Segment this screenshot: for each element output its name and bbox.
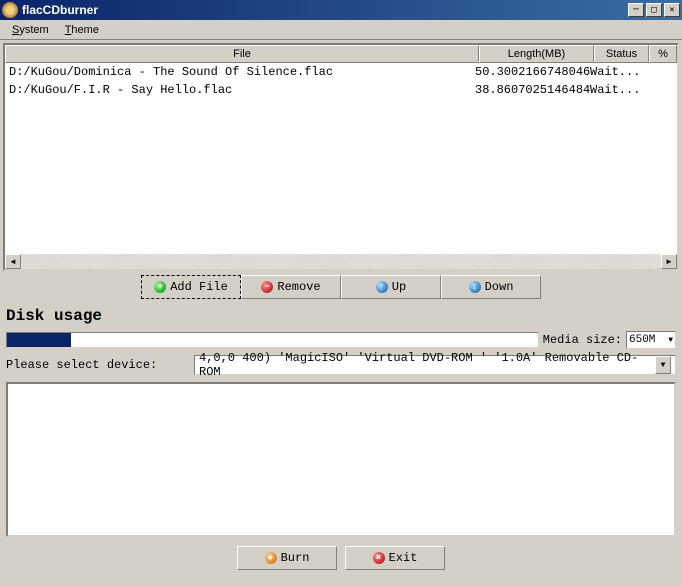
col-length[interactable]: Length(MB) xyxy=(479,45,594,63)
usage-progress xyxy=(6,332,539,348)
cell-file: D:/KuGou/Dominica - The Sound Of Silence… xyxy=(9,65,475,79)
cell-status: Wait... xyxy=(590,83,645,97)
add-file-label: Add File xyxy=(170,280,228,294)
exit-icon: ✖ xyxy=(373,552,385,564)
device-row: Please select device: 4,0,0 400) 'MagicI… xyxy=(0,351,682,379)
log-area xyxy=(6,382,676,537)
scroll-track[interactable] xyxy=(21,254,661,269)
remove-label: Remove xyxy=(277,280,320,294)
file-list-header: File Length(MB) Status % xyxy=(5,45,677,63)
col-percent[interactable]: % xyxy=(649,45,677,63)
cell-length: 50.3002166748046 xyxy=(475,65,590,79)
down-icon: ↓ xyxy=(469,281,481,293)
up-label: Up xyxy=(392,280,406,294)
down-label: Down xyxy=(485,280,514,294)
plus-icon: + xyxy=(154,281,166,293)
col-status[interactable]: Status xyxy=(594,45,649,63)
usage-fill xyxy=(7,333,71,347)
table-row[interactable]: D:/KuGou/Dominica - The Sound Of Silence… xyxy=(5,63,677,81)
file-list: File Length(MB) Status % D:/KuGou/Domini… xyxy=(3,43,679,271)
disk-usage-row: Media size: 650M xyxy=(0,329,682,351)
device-select[interactable]: 4,0,0 400) 'MagicISO' 'Virtual DVD-ROM '… xyxy=(194,355,676,375)
scroll-right-button[interactable]: ► xyxy=(661,254,677,269)
file-button-row: + Add File −Remove ↑ Up ↓ Down xyxy=(0,275,682,299)
burn-icon: ● xyxy=(265,552,277,564)
device-label: Please select device: xyxy=(6,358,186,372)
cell-percent xyxy=(645,65,673,79)
window-title: flacCDburner xyxy=(22,3,628,17)
cell-percent xyxy=(645,83,673,97)
app-icon xyxy=(2,2,18,18)
up-icon: ↑ xyxy=(376,281,388,293)
cell-length: 38.8607025146484 xyxy=(475,83,590,97)
menu-system[interactable]: System xyxy=(4,22,57,38)
media-size-value: 650M xyxy=(629,334,655,346)
col-file[interactable]: File xyxy=(5,45,479,63)
maximize-button[interactable]: □ xyxy=(646,3,662,17)
minus-icon: − xyxy=(261,281,273,293)
exit-label: Exit xyxy=(389,551,418,565)
horizontal-scrollbar[interactable]: ◄ ► xyxy=(5,253,677,269)
bottom-button-row: ● Burn ✖ Exit xyxy=(0,540,682,576)
burn-button[interactable]: ● Burn xyxy=(237,546,337,570)
file-rows[interactable]: D:/KuGou/Dominica - The Sound Of Silence… xyxy=(5,63,677,253)
media-size-label: Media size: xyxy=(543,333,622,347)
titlebar: flacCDburner ─ □ ✕ xyxy=(0,0,682,20)
burn-label: Burn xyxy=(281,551,310,565)
table-row[interactable]: D:/KuGou/F.I.R - Say Hello.flac38.860702… xyxy=(5,81,677,99)
cell-status: Wait... xyxy=(590,65,645,79)
down-button[interactable]: ↓ Down xyxy=(441,275,541,299)
menu-theme[interactable]: Theme xyxy=(57,22,107,38)
media-size-select[interactable]: 650M xyxy=(626,331,676,349)
add-file-button[interactable]: + Add File xyxy=(141,275,241,299)
exit-button[interactable]: ✖ Exit xyxy=(345,546,445,570)
close-button[interactable]: ✕ xyxy=(664,3,680,17)
up-button[interactable]: ↑ Up xyxy=(341,275,441,299)
cell-file: D:/KuGou/F.I.R - Say Hello.flac xyxy=(9,83,475,97)
menubar: System Theme xyxy=(0,20,682,40)
disk-usage-title: Disk usage xyxy=(0,303,682,329)
remove-button[interactable]: −Remove xyxy=(241,275,341,299)
minimize-button[interactable]: ─ xyxy=(628,3,644,17)
device-value: 4,0,0 400) 'MagicISO' 'Virtual DVD-ROM '… xyxy=(199,351,655,379)
scroll-left-button[interactable]: ◄ xyxy=(5,254,21,269)
